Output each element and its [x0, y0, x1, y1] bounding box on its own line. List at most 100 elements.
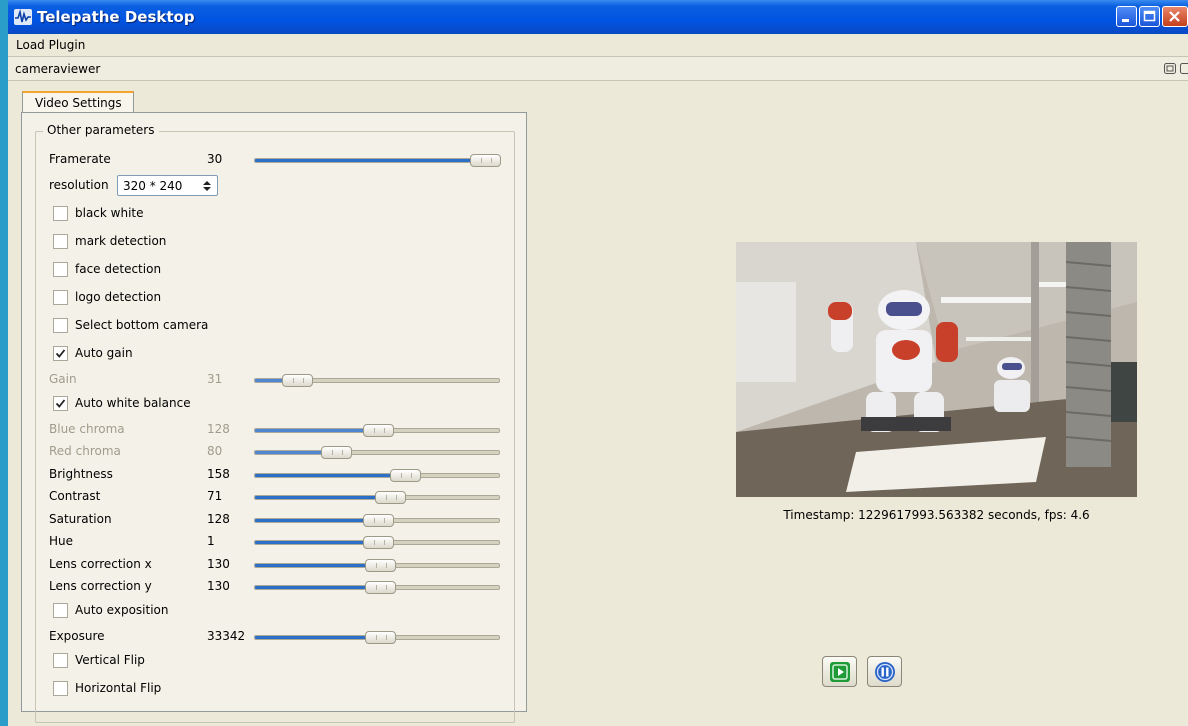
waveform-icon — [14, 9, 32, 25]
other-parameters-group: Other parameters Framerate 30 resolution… — [35, 123, 515, 723]
red-chroma-slider-handle[interactable] — [321, 446, 352, 459]
maximize-button[interactable] — [1139, 6, 1160, 27]
saturation-slider-handle[interactable] — [363, 514, 394, 527]
menu-bar: Load Plugin — [8, 34, 1188, 57]
brightness-value: 158 — [207, 467, 230, 481]
face-detection-checkbox[interactable] — [53, 262, 68, 277]
resolution-label: resolution — [49, 178, 109, 192]
red-chroma-value: 80 — [207, 444, 223, 458]
hue-slider-handle[interactable] — [363, 536, 394, 549]
app-window: Telepathe Desktop Load Plugin cameraview… — [8, 0, 1188, 726]
black-white-row: black white — [36, 203, 514, 225]
framerate-slider-fill — [255, 159, 484, 162]
menu-load-plugin[interactable]: Load Plugin — [16, 38, 85, 52]
play-button[interactable] — [822, 656, 857, 687]
exposure-row: Exposure 33342 — [36, 626, 514, 648]
exposure-slider-handle[interactable] — [365, 631, 396, 644]
mark-detection-checkbox[interactable] — [53, 234, 68, 249]
lens-correction-x-slider[interactable] — [254, 559, 500, 572]
saturation-slider[interactable] — [254, 514, 500, 527]
auto-exposition-label: Auto exposition — [75, 603, 169, 617]
resolution-select[interactable]: 320 * 240 — [117, 175, 218, 196]
bottom-camera-label: Select bottom camera — [75, 318, 209, 332]
auto-white-balance-checkbox[interactable] — [53, 396, 68, 411]
logo-detection-label: logo detection — [75, 290, 162, 304]
blue-chroma-slider-fill — [255, 429, 376, 432]
black-white-checkbox[interactable] — [53, 206, 68, 221]
lens-correction-y-slider-handle[interactable] — [365, 581, 396, 594]
video-settings-panel: Other parameters Framerate 30 resolution… — [21, 112, 527, 723]
close-icon — [1169, 11, 1180, 22]
gain-slider[interactable] — [254, 374, 500, 387]
play-icon — [830, 662, 850, 682]
pause-icon — [875, 662, 895, 682]
contrast-slider[interactable] — [254, 491, 500, 504]
auto-exposition-checkbox[interactable] — [53, 603, 68, 618]
brightness-row: Brightness 158 — [36, 464, 514, 486]
gain-row: Gain 31 — [36, 369, 514, 391]
hue-slider[interactable] — [254, 536, 500, 549]
contrast-row: Contrast 71 — [36, 486, 514, 508]
red-chroma-label: Red chroma — [49, 444, 121, 458]
bottom-camera-checkbox[interactable] — [53, 318, 68, 333]
lens-correction-x-slider-fill — [255, 564, 378, 567]
logo-detection-checkbox[interactable] — [53, 290, 68, 305]
vertical-flip-checkbox[interactable] — [53, 653, 68, 668]
framerate-slider[interactable] — [254, 154, 501, 167]
minimize-button[interactable] — [1116, 6, 1137, 27]
timestamp-label: Timestamp: 1229617993.563382 seconds, fp… — [783, 508, 1090, 522]
resolution-value: 320 * 240 — [123, 179, 183, 193]
blue-chroma-row: Blue chroma 128 — [36, 419, 514, 441]
title-bar[interactable]: Telepathe Desktop — [8, 0, 1188, 34]
vertical-flip-label: Vertical Flip — [75, 653, 145, 667]
gain-slider-handle[interactable] — [282, 374, 313, 387]
camera-video-frame — [736, 242, 1137, 497]
contrast-label: Contrast — [49, 489, 101, 503]
framerate-label: Framerate — [49, 152, 111, 166]
framerate-row: Framerate 30 — [36, 149, 514, 171]
lens-correction-x-label: Lens correction x — [49, 557, 152, 571]
face-detection-label: face detection — [75, 262, 162, 276]
auto-white-balance-label: Auto white balance — [75, 396, 191, 410]
lens-correction-x-row: Lens correction x 130 — [36, 554, 514, 576]
hue-value: 1 — [207, 534, 215, 548]
blue-chroma-value: 128 — [207, 422, 230, 436]
maximize-icon — [1143, 10, 1156, 22]
blue-chroma-label: Blue chroma — [49, 422, 125, 436]
brightness-slider-handle[interactable] — [390, 469, 421, 482]
saturation-label: Saturation — [49, 512, 112, 526]
minimize-icon — [1122, 19, 1129, 22]
contrast-slider-fill — [255, 496, 388, 499]
auto-exposition-row: Auto exposition — [36, 600, 514, 622]
blue-chroma-slider[interactable] — [254, 424, 500, 437]
contrast-slider-handle[interactable] — [375, 491, 406, 504]
lens-correction-y-slider[interactable] — [254, 581, 500, 594]
exposure-slider[interactable] — [254, 631, 500, 644]
bottom-camera-row: Select bottom camera — [36, 315, 514, 337]
saturation-row: Saturation 128 — [36, 509, 514, 531]
exposure-slider-fill — [255, 636, 378, 639]
framerate-slider-handle[interactable] — [470, 154, 501, 167]
horizontal-flip-row: Horizontal Flip — [36, 678, 514, 700]
auto-gain-checkbox[interactable] — [53, 346, 68, 361]
pause-button[interactable] — [867, 656, 902, 687]
hue-slider-fill — [255, 541, 376, 544]
dock-close-icon[interactable] — [1180, 63, 1188, 74]
lens-correction-x-value: 130 — [207, 557, 230, 571]
auto-white-balance-row: Auto white balance — [36, 393, 514, 415]
blue-chroma-slider-handle[interactable] — [363, 424, 394, 437]
horizontal-flip-checkbox[interactable] — [53, 681, 68, 696]
tab-video-settings[interactable]: Video Settings — [22, 91, 134, 113]
brightness-slider-fill — [255, 474, 403, 477]
window-title: Telepathe Desktop — [37, 8, 195, 26]
framerate-value: 30 — [207, 152, 223, 166]
red-chroma-slider[interactable] — [254, 446, 500, 459]
lens-correction-x-slider-handle[interactable] — [365, 559, 396, 572]
close-button[interactable] — [1162, 6, 1188, 27]
mark-detection-row: mark detection — [36, 231, 514, 253]
spin-arrows-icon — [203, 181, 211, 191]
gain-label: Gain — [49, 372, 77, 386]
float-icon[interactable] — [1164, 63, 1176, 74]
brightness-slider[interactable] — [254, 469, 500, 482]
gain-value: 31 — [207, 372, 223, 386]
